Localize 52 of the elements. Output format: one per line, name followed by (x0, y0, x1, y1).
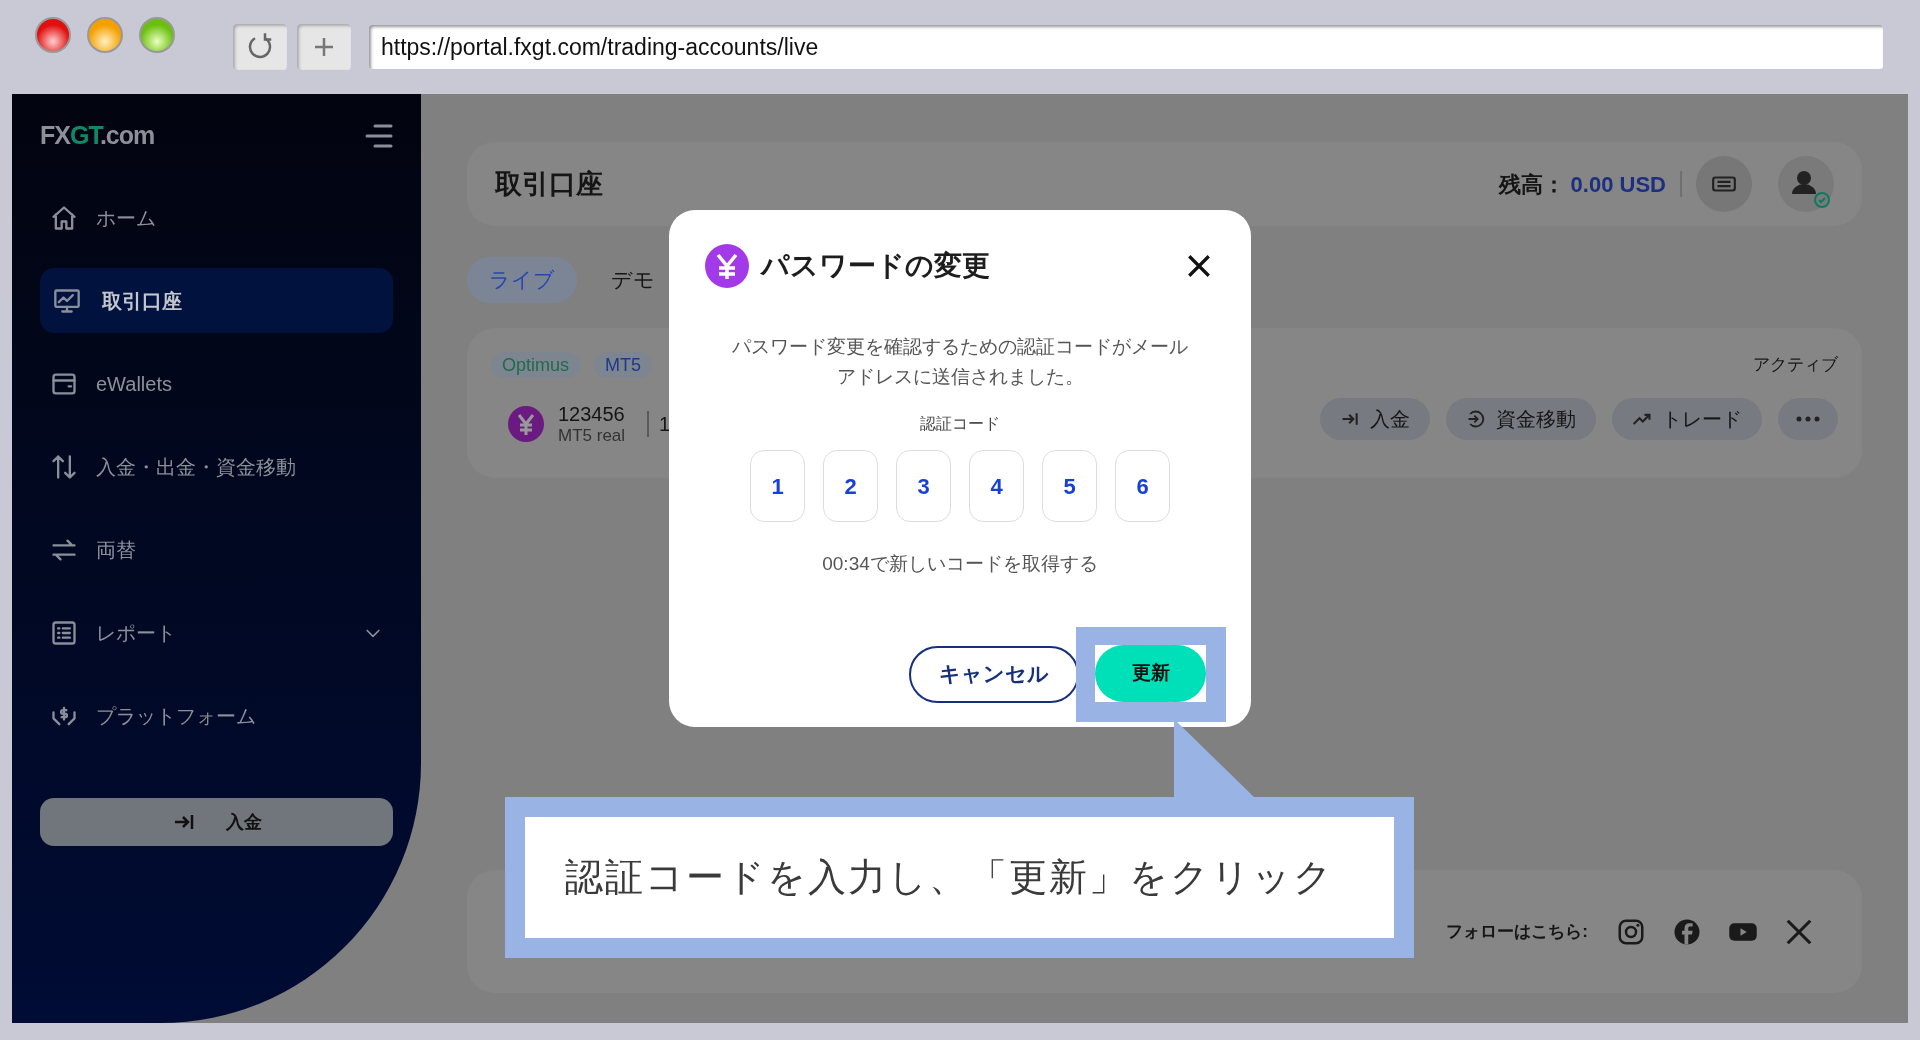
profile-button[interactable] (1778, 156, 1834, 212)
dialog-title: パスワードの変更 (761, 249, 991, 283)
house-icon (50, 203, 78, 232)
tag: MT5 (594, 352, 653, 378)
nav-item[interactable]: 入金・出金・資金移動 (40, 434, 393, 499)
nav-item[interactable]: ホーム (40, 185, 393, 250)
new-tab-button[interactable] (297, 24, 351, 70)
circle-arrow-icon (1466, 409, 1486, 430)
tab[interactable]: デモ (589, 257, 677, 303)
code-digit-field[interactable]: 1 (750, 450, 805, 522)
code-digit-field[interactable]: 3 (896, 450, 951, 522)
account-type: MT5 real (558, 426, 626, 447)
action-button[interactable]: 入金 (1320, 398, 1430, 441)
account-number: 123456 (558, 402, 626, 426)
yen-coin-icon (705, 244, 749, 288)
callout-text: 認証コードを入力し、「更新」をクリック (565, 855, 1334, 900)
close-window-icon[interactable] (35, 17, 71, 53)
code-digit-field[interactable]: 6 (1115, 450, 1170, 522)
address-bar[interactable]: https://portal.fxgt.com/trading-accounts/live (369, 25, 1883, 69)
arrows-up-down-icon (50, 452, 78, 481)
balance-label: 残高： (1498, 170, 1565, 199)
cancel-button[interactable]: キャンセル (909, 645, 1079, 703)
menu-icon[interactable] (365, 123, 393, 149)
dialog-description: パスワード変更を確認するための認証コードがメールアドレスに送信されました。 (731, 335, 1189, 389)
status-label: アクティブ (1753, 354, 1838, 377)
action-button[interactable]: 資金移動 (1446, 398, 1596, 441)
update-button[interactable]: 更新 (1095, 644, 1206, 702)
tag: Optimus (491, 352, 581, 378)
deposit-button[interactable]: 入金 (40, 798, 393, 846)
list-icon (50, 618, 78, 647)
column-3-text: 1 (659, 412, 671, 438)
code-digit-field[interactable]: 2 (823, 450, 878, 522)
balance-value: 0.00 USD (1570, 170, 1666, 199)
close-icon (1186, 253, 1212, 279)
code-digit-field[interactable]: 4 (969, 450, 1024, 522)
nav-item[interactable]: 両替 (40, 517, 393, 582)
nav-item[interactable]: 取引口座 (40, 268, 393, 333)
nav-item[interactable]: レポート (40, 600, 393, 665)
reload-button[interactable] (233, 24, 287, 70)
action-button[interactable]: トレード (1612, 398, 1762, 441)
ticket-button[interactable] (1696, 156, 1752, 212)
yen-coin-icon (508, 406, 544, 443)
resend-timer-text: 00:34で新しいコードを取得する (822, 552, 1098, 576)
code-label: 認証コード (920, 414, 1000, 434)
nav-item[interactable]: eWallets (40, 351, 393, 416)
follow-label: フォローはこちら: (1446, 920, 1588, 943)
nav-item[interactable]: プラットフォーム (40, 683, 393, 748)
logo[interactable]: FXGT.com (40, 117, 155, 155)
page-title: 取引口座 (495, 167, 604, 201)
plus-icon (312, 35, 336, 59)
code-digit-field[interactable]: 5 (1042, 450, 1097, 522)
more-icon (1796, 416, 1820, 423)
